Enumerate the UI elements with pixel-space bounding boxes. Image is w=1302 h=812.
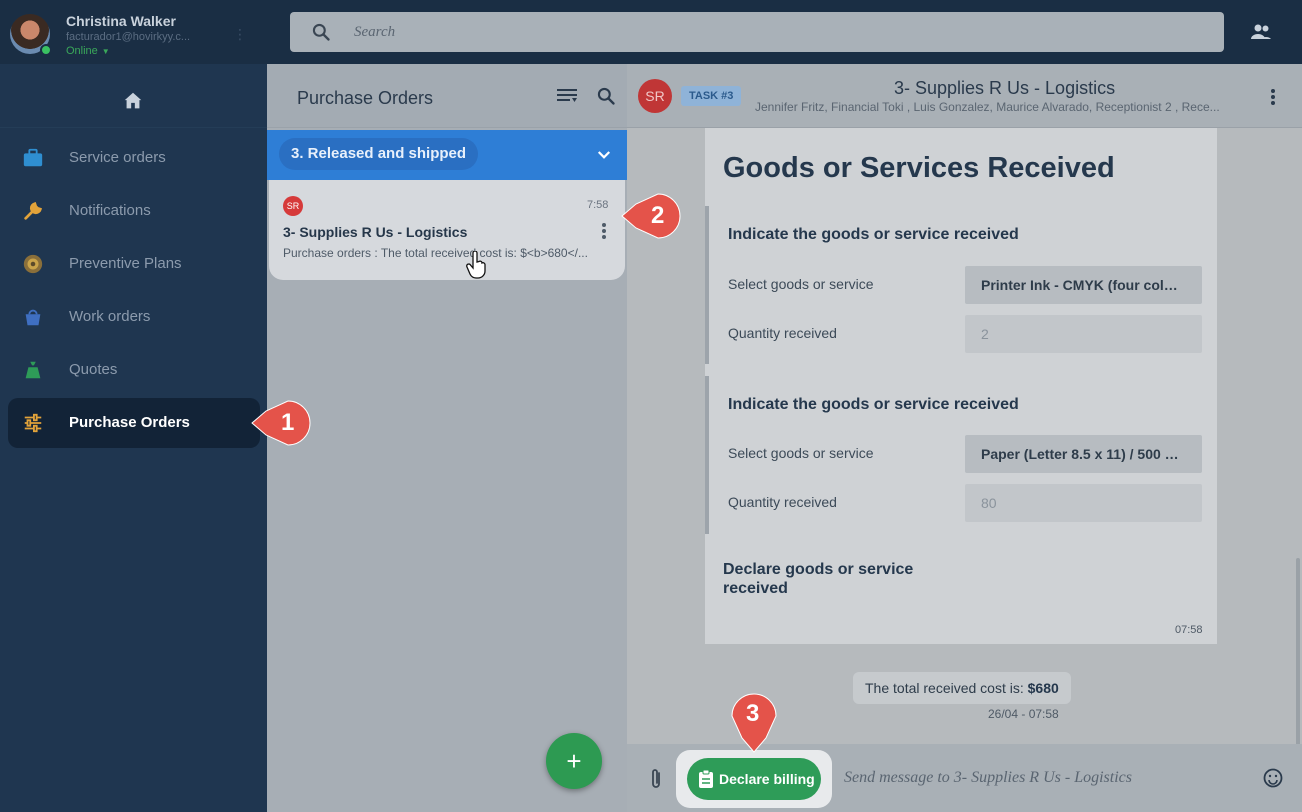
section-divider	[705, 376, 709, 534]
message-time: 07:58	[1175, 624, 1203, 636]
section-title: Indicate the goods or service received	[728, 226, 1019, 243]
item-title: 3- Supplies R Us - Logistics	[283, 224, 468, 240]
message-input[interactable]	[844, 766, 1254, 790]
field-label: Select goods or service	[728, 276, 874, 292]
globe-icon	[23, 254, 43, 274]
sidebar-item-label: Purchase Orders	[69, 414, 190, 431]
home-icon	[124, 92, 142, 109]
form-section: Indicate the goods or service received S…	[705, 206, 1217, 366]
home-button[interactable]	[0, 74, 267, 128]
filter-list-icon[interactable]	[556, 87, 578, 105]
sidebar-item-preventive-plans[interactable]: Preventive Plans	[8, 239, 260, 289]
callout-number: 1	[281, 409, 295, 436]
message-time: 26/04 - 07:58	[988, 707, 1059, 721]
declare-billing-button[interactable]: Declare billing	[687, 758, 821, 800]
group-header[interactable]: 3. Released and shipped	[267, 130, 627, 180]
search-icon[interactable]	[596, 86, 616, 106]
hand-cursor-icon	[466, 251, 486, 279]
paperclip-icon[interactable]	[647, 767, 665, 791]
declare-billing-label: Declare billing	[719, 771, 815, 787]
sliders-icon	[24, 413, 42, 433]
sidebar-item-label: Service orders	[69, 149, 166, 166]
more-options-icon[interactable]	[1270, 88, 1276, 106]
quantity-field[interactable]: 80	[965, 484, 1202, 522]
search-input[interactable]	[354, 22, 854, 42]
search-icon	[312, 23, 330, 41]
message-composer: Declare billing	[627, 744, 1302, 812]
section-title: Indicate the goods or service received	[728, 396, 1019, 413]
sidebar-item-label: Quotes	[69, 361, 118, 378]
sidebar-item-label: Notifications	[69, 202, 151, 219]
sidebar-item-quotes[interactable]: Quotes	[8, 345, 260, 395]
form-title: Goods or Services Received	[723, 152, 1115, 184]
global-search[interactable]	[290, 12, 1224, 52]
briefcase-icon	[23, 148, 43, 167]
declare-heading: Declare goods or service received	[723, 561, 914, 597]
goods-select[interactable]: Paper (Letter 8.5 x 11) / 500 sh...	[965, 435, 1202, 473]
item-preview: Purchase orders : The total received cos…	[283, 246, 588, 260]
sidebar-item-label: Work orders	[69, 308, 151, 325]
sidebar: Christina Walker facturador1@hovirkyy.c.…	[0, 0, 267, 812]
sidebar-item-label: Preventive Plans	[69, 255, 182, 272]
chevron-down-icon[interactable]	[595, 146, 613, 164]
form-message: Goods or Services Received Indicate the …	[705, 128, 1217, 644]
avatar[interactable]: SR	[638, 79, 672, 113]
list-header: Purchase Orders	[267, 64, 627, 128]
list-item[interactable]: SR 7:58 3- Supplies R Us - Logistics Pur…	[269, 180, 625, 280]
message-text: The total received cost is:	[865, 680, 1028, 696]
profile-menu-icon[interactable]: ⋮	[233, 26, 247, 43]
top-bar	[267, 0, 1302, 64]
wrench-icon	[24, 202, 42, 220]
profile-header[interactable]: Christina Walker facturador1@hovirkyy.c.…	[0, 0, 267, 64]
declare-billing-highlight: Declare billing	[676, 750, 832, 808]
conversation-members: Jennifer Fritz, Financial Toki , Luis Go…	[755, 100, 1220, 114]
status-label: Online	[66, 45, 98, 57]
cost-amount: $680	[1027, 680, 1059, 696]
more-options-icon[interactable]	[601, 222, 607, 240]
purchase-orders-list-pane: Purchase Orders 3. Released and shipped …	[267, 64, 627, 812]
callout-number: 2	[651, 202, 665, 229]
item-time: 7:58	[587, 199, 609, 211]
online-status-dot	[40, 44, 52, 56]
group-label: 3. Released and shipped	[279, 138, 479, 170]
list-title: Purchase Orders	[297, 88, 434, 108]
system-message: The total received cost is: $680	[853, 672, 1071, 704]
user-email: facturador1@hovirkyy.c...	[66, 31, 191, 43]
clipboard-icon	[699, 770, 713, 788]
scrollbar[interactable]	[1296, 558, 1300, 744]
status-dropdown[interactable]: Online ▼	[66, 45, 110, 57]
callout-marker-1: 1	[250, 399, 311, 447]
quantity-field[interactable]: 2	[965, 315, 1202, 353]
conversation-title: 3- Supplies R Us - Logistics	[894, 78, 1116, 98]
message-list[interactable]: Goods or Services Received Indicate the …	[627, 128, 1302, 744]
callout-marker-3: 3	[730, 690, 778, 754]
sidebar-item-service-orders[interactable]: Service orders	[8, 133, 260, 183]
contacts-icon[interactable]	[1249, 20, 1273, 44]
task-badge: TASK #3	[681, 86, 742, 106]
user-name: Christina Walker	[66, 13, 176, 29]
goods-select[interactable]: Printer Ink - CMYK (four colors ...	[965, 266, 1202, 304]
conversation-pane: SR TASK #3 3- Supplies R Us - Logistics …	[627, 64, 1302, 812]
callout-marker-2: 2	[620, 192, 681, 240]
section-divider	[705, 206, 709, 364]
sidebar-item-work-orders[interactable]: Work orders	[8, 292, 260, 342]
field-label: Select goods or service	[728, 445, 874, 461]
form-section: Indicate the goods or service received S…	[705, 376, 1217, 536]
caret-down-icon: ▼	[101, 47, 110, 56]
field-label: Quantity received	[728, 494, 837, 510]
add-button[interactable]: +	[546, 733, 602, 789]
money-bag-icon	[25, 361, 41, 379]
callout-number: 3	[746, 700, 760, 727]
sidebar-item-notifications[interactable]: Notifications	[8, 186, 260, 236]
bag-icon	[25, 309, 41, 326]
conversation-header: SR TASK #3 3- Supplies R Us - Logistics …	[627, 64, 1302, 128]
sidebar-item-purchase-orders[interactable]: Purchase Orders	[8, 398, 260, 448]
avatar: SR	[283, 196, 303, 216]
emoji-icon[interactable]	[1263, 768, 1283, 788]
field-label: Quantity received	[728, 325, 837, 341]
